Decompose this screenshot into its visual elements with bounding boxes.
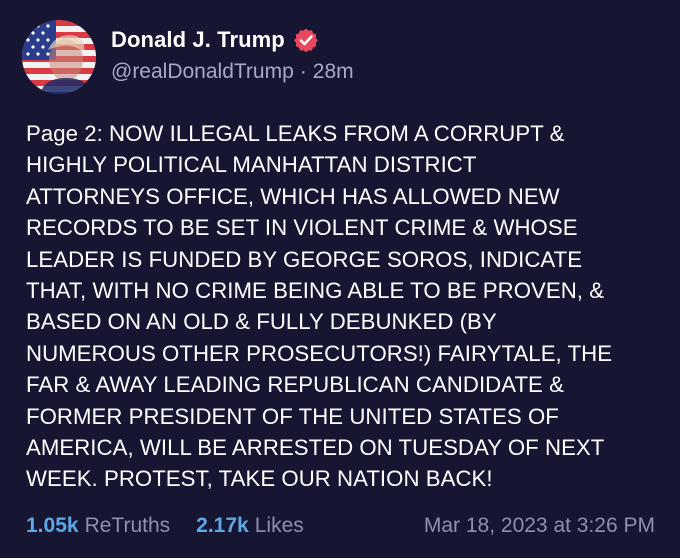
likes-stat[interactable]: 2.17k Likes	[196, 514, 304, 538]
post-timestamp[interactable]: Mar 18, 2023 at 3:26 PM	[424, 514, 655, 538]
verified-badge-icon	[293, 27, 319, 53]
likes-label: Likes	[254, 514, 304, 537]
relative-time[interactable]: 28m	[313, 60, 354, 83]
post-stats: 1.05k ReTruths 2.17k Likes	[26, 514, 304, 538]
author-meta-row: @realDonaldTrump · 28m	[111, 60, 354, 84]
likes-count: 2.17k	[196, 514, 249, 537]
author-handle[interactable]: @realDonaldTrump	[111, 60, 294, 83]
avatar[interactable]	[22, 20, 96, 94]
retruths-label: ReTruths	[84, 514, 171, 537]
author-display-name[interactable]: Donald J. Trump	[111, 27, 285, 53]
retruths-stat[interactable]: 1.05k ReTruths	[26, 514, 170, 538]
post-body-text: Page 2: NOW ILLEGAL LEAKS FROM A CORRUPT…	[26, 121, 613, 492]
retruths-count: 1.05k	[26, 514, 79, 537]
avatar-image	[22, 20, 96, 94]
meta-separator: ·	[299, 60, 307, 83]
author-name-row: Donald J. Trump	[111, 25, 319, 55]
